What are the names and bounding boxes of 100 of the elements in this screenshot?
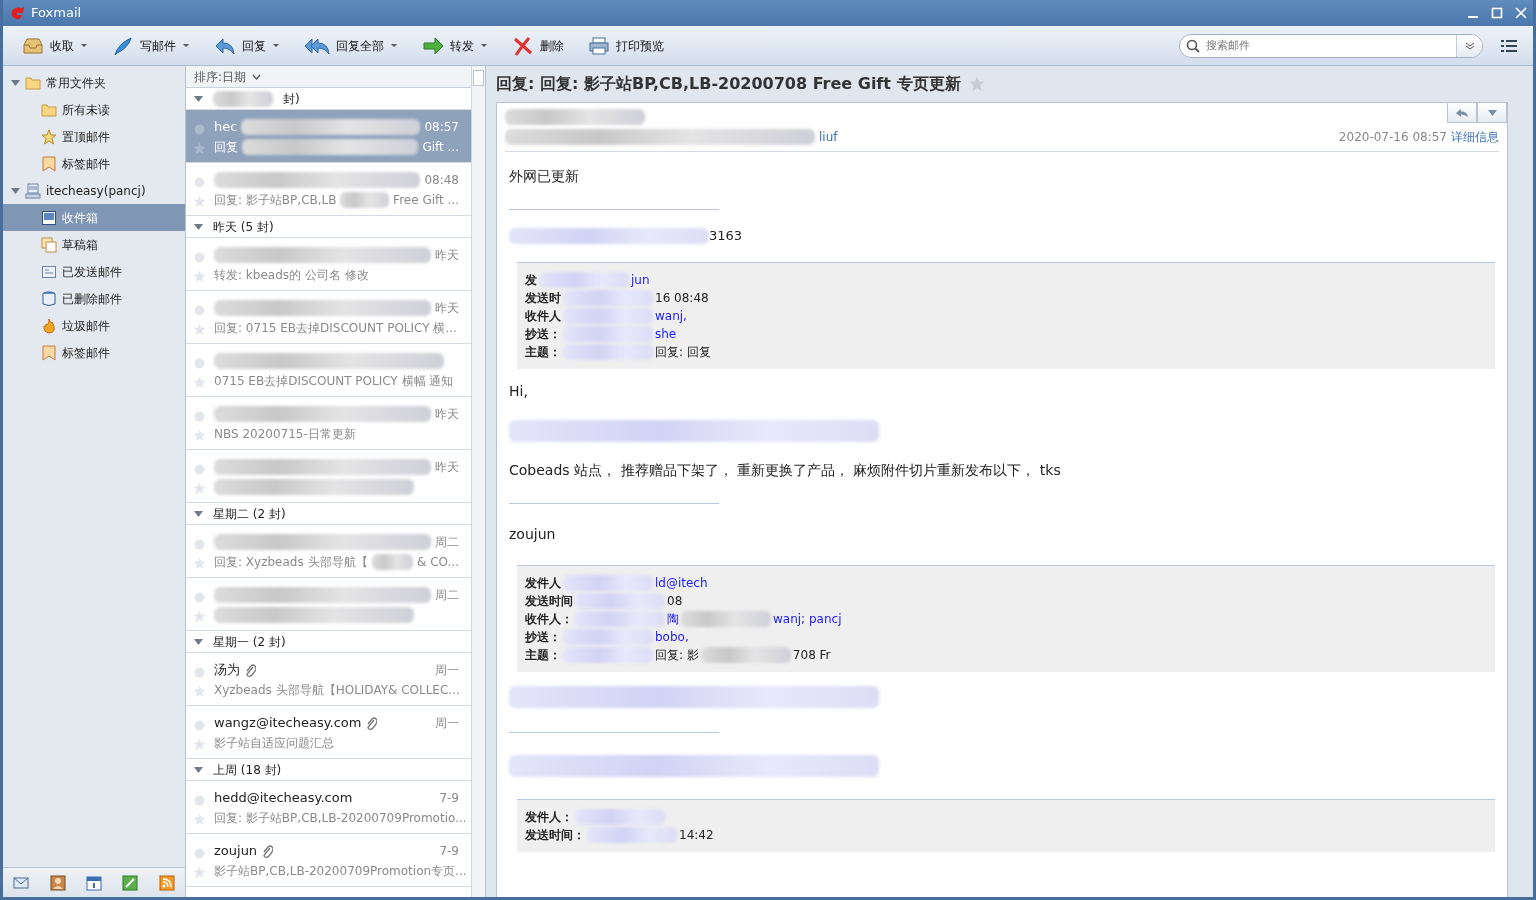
maximize-icon[interactable] [1491, 7, 1503, 19]
details-link[interactable]: 详细信息 [1451, 128, 1499, 146]
toolbar-button[interactable]: 打印预览 [585, 33, 667, 58]
toolbar-button[interactable]: 回复全部 [301, 33, 401, 58]
notes-icon[interactable] [122, 874, 139, 891]
star-icon[interactable] [193, 429, 206, 442]
caret-icon [390, 43, 398, 48]
star-icon[interactable] [193, 557, 206, 570]
address-link[interactable]: wanj, [655, 306, 687, 325]
close-icon[interactable] [1515, 7, 1527, 19]
star-icon[interactable] [193, 813, 206, 826]
header-label: 发 [525, 271, 537, 289]
folder-item[interactable]: 已发送邮件 [3, 258, 185, 285]
address-link[interactable]: wanj; pancj [773, 609, 842, 628]
chevron-icon [1464, 41, 1475, 50]
address-link[interactable]: ld@itech [655, 573, 708, 592]
message-time: 08:57 [424, 119, 459, 136]
message-subject: 回复: 影子站BP,CB,LB [214, 192, 337, 209]
star-icon[interactable] [193, 610, 206, 623]
collapse-triangle-icon[interactable] [194, 509, 203, 518]
reply-arrow-icon [1455, 107, 1469, 118]
star-icon[interactable] [193, 270, 206, 283]
menu-icon[interactable] [1501, 38, 1517, 53]
folder-label: 标签邮件 [62, 344, 110, 362]
scrollbar-thumb[interactable] [473, 70, 484, 86]
mail-icon[interactable] [13, 874, 30, 891]
address-link[interactable]: she [655, 324, 677, 343]
folder-item[interactable]: 所有未读 [3, 96, 185, 123]
more-button[interactable] [1477, 103, 1507, 123]
rss-icon[interactable] [158, 874, 175, 891]
address-link[interactable]: bobo, [655, 627, 689, 646]
folder-item[interactable]: 草稿箱 [3, 231, 185, 258]
message-row[interactable]: 昨天 转发: kbeads的 公司名 修改 [186, 238, 471, 291]
star-icon[interactable] [193, 376, 206, 389]
message-subject: 影子站自适应问题汇总 [214, 735, 334, 752]
collapse-triangle-icon[interactable] [194, 637, 203, 646]
message-time: 周一 [435, 662, 459, 679]
header-value: 回复: 影 [655, 646, 699, 664]
logo-icon [9, 5, 25, 21]
contacts-icon[interactable] [49, 874, 66, 891]
folder-label: 常用文件夹 [46, 74, 106, 92]
folder-item[interactable]: itecheasy(pancj) [3, 177, 185, 204]
message-row[interactable]: 昨天 [186, 450, 471, 503]
expand-triangle-icon[interactable] [11, 78, 20, 87]
folder-item[interactable]: 已删除邮件 [3, 285, 185, 312]
star-icon[interactable] [193, 738, 206, 751]
star-icon[interactable] [193, 195, 206, 208]
toolbar-button[interactable]: 回复 [211, 33, 283, 58]
message-row[interactable]: 昨天 回复: 0715 EB去掉DISCOUNT POLICY 横... [186, 291, 471, 344]
reply-button[interactable] [1447, 103, 1477, 123]
chevron-down-icon [252, 73, 262, 80]
calendar-icon[interactable] [85, 874, 102, 891]
header-value: 16 08:48 [655, 289, 709, 307]
star-icon[interactable] [193, 482, 206, 495]
message-row[interactable]: 周二 回复: Xyzbeads 头部导航【 & CO... [186, 525, 471, 578]
folder-label: 置顶邮件 [62, 128, 110, 146]
star-icon[interactable] [193, 866, 206, 879]
search-field[interactable]: 搜索邮件 [1179, 33, 1483, 58]
star-icon [41, 128, 57, 145]
header-label: 主题： [525, 343, 561, 361]
message-row[interactable]: 08:48 回复: 影子站BP,CB,LB Free Gift ... [186, 163, 471, 216]
message-subject: 转发: kbeads的 公司名 修改 [214, 267, 369, 284]
toolbar-button[interactable]: 收取 [19, 33, 91, 58]
address-link[interactable]: 陶 [667, 609, 679, 628]
star-icon[interactable] [193, 323, 206, 336]
sort-menu[interactable]: 排序:日期 [186, 66, 471, 88]
toolbar-button[interactable]: 写邮件 [109, 33, 193, 58]
search-options-button[interactable] [1456, 34, 1482, 57]
message-row[interactable]: 周二 [186, 578, 471, 631]
address-link[interactable]: jun [631, 270, 650, 289]
message-row[interactable]: 昨天 NBS 20200715-日常更新 [186, 397, 471, 450]
message-time: 周二 [435, 587, 459, 604]
star-icon[interactable] [193, 685, 206, 698]
body-text: Hi, [509, 381, 529, 401]
folder-item[interactable]: 常用文件夹 [3, 69, 185, 96]
toolbar-button[interactable]: 转发 [419, 33, 491, 58]
star-icon[interactable] [968, 76, 985, 92]
folder-item[interactable]: 标签邮件 [3, 150, 185, 177]
recipient-link[interactable]: liuf [819, 128, 838, 146]
collapse-triangle-icon[interactable] [194, 222, 203, 231]
toolbar-button[interactable]: 删除 [509, 33, 567, 58]
computer-icon [25, 182, 41, 199]
message-time: 08:48 [424, 172, 459, 189]
header-label: 收件人： [525, 610, 573, 628]
expand-triangle-icon[interactable] [11, 186, 20, 195]
collapse-triangle-icon[interactable] [194, 94, 203, 103]
sent-date: 2020-07-16 08:57 [1338, 129, 1447, 146]
header-label: 发送时间： [525, 826, 585, 844]
redaction-blur [340, 192, 390, 208]
message-row[interactable]: 0715 EB去掉DISCOUNT POLICY 横幅 通知 [186, 344, 471, 397]
sender-name: hec [214, 118, 238, 137]
bookmark-icon [41, 155, 57, 172]
star-icon[interactable] [193, 142, 206, 155]
folder-item[interactable]: 置顶邮件 [3, 123, 185, 150]
printer-icon [588, 35, 610, 56]
collapse-triangle-icon[interactable] [194, 765, 203, 774]
folder-item[interactable]: 标签邮件 [3, 339, 185, 366]
delete-x-icon [512, 35, 534, 56]
caret-icon [272, 43, 280, 48]
folder-item[interactable]: 垃圾邮件 [3, 312, 185, 339]
